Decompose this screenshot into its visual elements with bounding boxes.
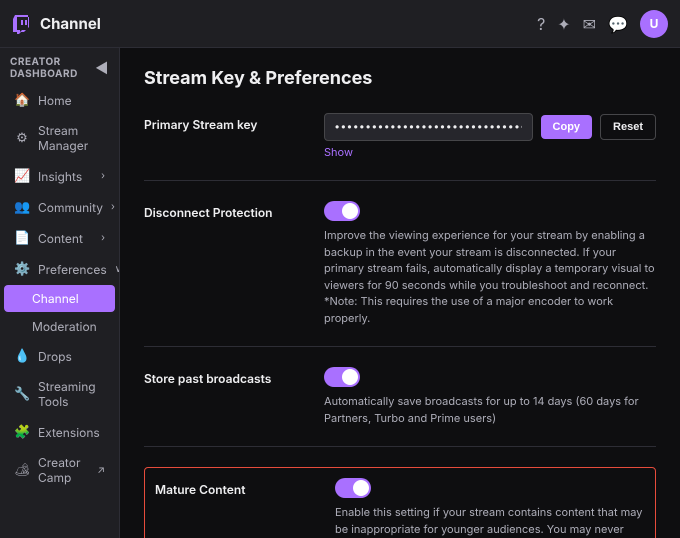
community-icon: 👥 xyxy=(14,199,30,215)
sidebar-item-drops[interactable]: 💧 Drops xyxy=(4,341,115,371)
main-content: Stream Key & Preferences Primary Stream … xyxy=(120,48,680,538)
sidebar-sub-item-channel[interactable]: Channel xyxy=(4,285,115,312)
mature-content-content: Enable this setting if your stream conta… xyxy=(335,478,645,538)
streaming-tools-icon: 🔧 xyxy=(14,386,30,402)
back-icon[interactable]: ◀ xyxy=(95,60,109,77)
toggle-thumb xyxy=(342,203,358,219)
content-icon: 📄 xyxy=(14,230,30,246)
mature-content-label: Mature Content xyxy=(155,478,315,538)
preferences-icon: ⚙️ xyxy=(14,261,30,277)
sidebar-item-streaming-tools[interactable]: 🔧 Streaming Tools xyxy=(4,372,115,416)
disconnect-content: Improve the viewing experience for your … xyxy=(324,201,656,326)
inbox-icon[interactable]: ✉ xyxy=(583,14,596,34)
disconnect-description: Improve the viewing experience for your … xyxy=(324,227,656,326)
sidebar-item-home[interactable]: 🏠 Home xyxy=(4,85,115,115)
sidebar-item-community[interactable]: 👥 Community › xyxy=(4,192,115,222)
mature-content-toggle[interactable] xyxy=(335,478,371,498)
sidebar-sub-item-moderation[interactable]: Moderation xyxy=(4,313,115,340)
notification-icon[interactable]: ✦ xyxy=(557,14,570,34)
chevron-icon: › xyxy=(101,170,105,182)
stream-key-label: Primary Stream key xyxy=(144,113,304,160)
toggle-track[interactable] xyxy=(324,367,360,387)
setting-disconnect-protection: Disconnect Protection Improve the viewin… xyxy=(144,201,656,347)
sidebar-item-label: Community xyxy=(38,200,103,215)
sidebar-item-label: Preferences xyxy=(38,262,107,277)
stream-key-content: Copy Reset Show xyxy=(324,113,656,160)
sidebar-section-header: CREATOR DASHBOARD ◀ xyxy=(0,48,119,84)
chevron-icon: › xyxy=(101,232,105,244)
setting-store-broadcasts: Store past broadcasts Automatically save… xyxy=(144,367,656,447)
sidebar-item-stream-manager[interactable]: ⚙ Stream Manager xyxy=(4,116,115,160)
store-broadcasts-label: Store past broadcasts xyxy=(144,367,304,426)
chevron-icon: › xyxy=(111,201,115,213)
sidebar-item-content[interactable]: 📄 Content › xyxy=(4,223,115,253)
disconnect-label: Disconnect Protection xyxy=(144,201,304,326)
show-link[interactable]: Show xyxy=(324,145,353,159)
nav-icons: ? ✦ ✉ 💬 U xyxy=(537,10,668,38)
store-broadcasts-toggle[interactable] xyxy=(324,367,360,387)
app-title: Channel xyxy=(40,14,101,33)
top-nav: Channel ? ✦ ✉ 💬 U xyxy=(0,0,680,48)
copy-button[interactable]: Copy xyxy=(541,115,593,139)
sidebar-item-label: Creator Camp xyxy=(38,455,89,485)
creator-dashboard-label: CREATOR DASHBOARD xyxy=(10,56,95,80)
sidebar-item-label: Drops xyxy=(38,349,105,364)
sidebar-item-preferences[interactable]: ⚙️ Preferences ∨ xyxy=(4,254,115,284)
store-broadcasts-content: Automatically save broadcasts for up to … xyxy=(324,367,656,426)
moderation-label: Moderation xyxy=(32,319,97,334)
drops-icon: 💧 xyxy=(14,348,30,364)
sidebar-item-label: Content xyxy=(38,231,93,246)
toggle-track[interactable] xyxy=(335,478,371,498)
external-link-icon: ↗ xyxy=(97,464,105,476)
sidebar-item-label: Extensions xyxy=(38,425,105,440)
nav-logo[interactable]: Channel xyxy=(12,14,101,34)
setting-stream-key: Primary Stream key Copy Reset Show xyxy=(144,113,656,181)
avatar[interactable]: U xyxy=(640,10,668,38)
page-title: Stream Key & Preferences xyxy=(144,68,656,89)
help-icon[interactable]: ? xyxy=(537,14,545,34)
stream-manager-icon: ⚙ xyxy=(14,130,30,146)
disconnect-toggle[interactable] xyxy=(324,201,360,221)
sidebar-item-label: Stream Manager xyxy=(38,123,105,153)
channel-label: Channel xyxy=(32,291,79,306)
sidebar-item-creator-camp[interactable]: 🏕 Creator Camp ↗ xyxy=(4,448,115,492)
twitch-icon xyxy=(12,14,32,34)
sidebar-item-label: Home xyxy=(38,93,105,108)
creator-camp-icon: 🏕 xyxy=(14,462,30,478)
sidebar-item-insights[interactable]: 📈 Insights › xyxy=(4,161,115,191)
reset-button[interactable]: Reset xyxy=(600,114,656,140)
toggle-thumb xyxy=(353,480,369,496)
setting-mature-content: Mature Content Enable this setting if yo… xyxy=(144,467,656,538)
chat-icon[interactable]: 💬 xyxy=(608,14,628,34)
sidebar: CREATOR DASHBOARD ◀ 🏠 Home ⚙ Stream Mana… xyxy=(0,48,120,538)
sidebar-item-label: Insights xyxy=(38,169,93,184)
store-broadcasts-description: Automatically save broadcasts for up to … xyxy=(324,393,656,426)
home-icon: 🏠 xyxy=(14,92,30,108)
stream-key-input[interactable] xyxy=(324,113,533,141)
stream-key-row: Copy Reset xyxy=(324,113,656,141)
insights-icon: 📈 xyxy=(14,168,30,184)
extensions-icon: 🧩 xyxy=(14,424,30,440)
layout: CREATOR DASHBOARD ◀ 🏠 Home ⚙ Stream Mana… xyxy=(0,48,680,538)
toggle-thumb xyxy=(342,369,358,385)
toggle-track[interactable] xyxy=(324,201,360,221)
sidebar-item-label: Streaming Tools xyxy=(38,379,105,409)
mature-content-description: Enable this setting if your stream conta… xyxy=(335,504,645,538)
sidebar-item-extensions[interactable]: 🧩 Extensions xyxy=(4,417,115,447)
